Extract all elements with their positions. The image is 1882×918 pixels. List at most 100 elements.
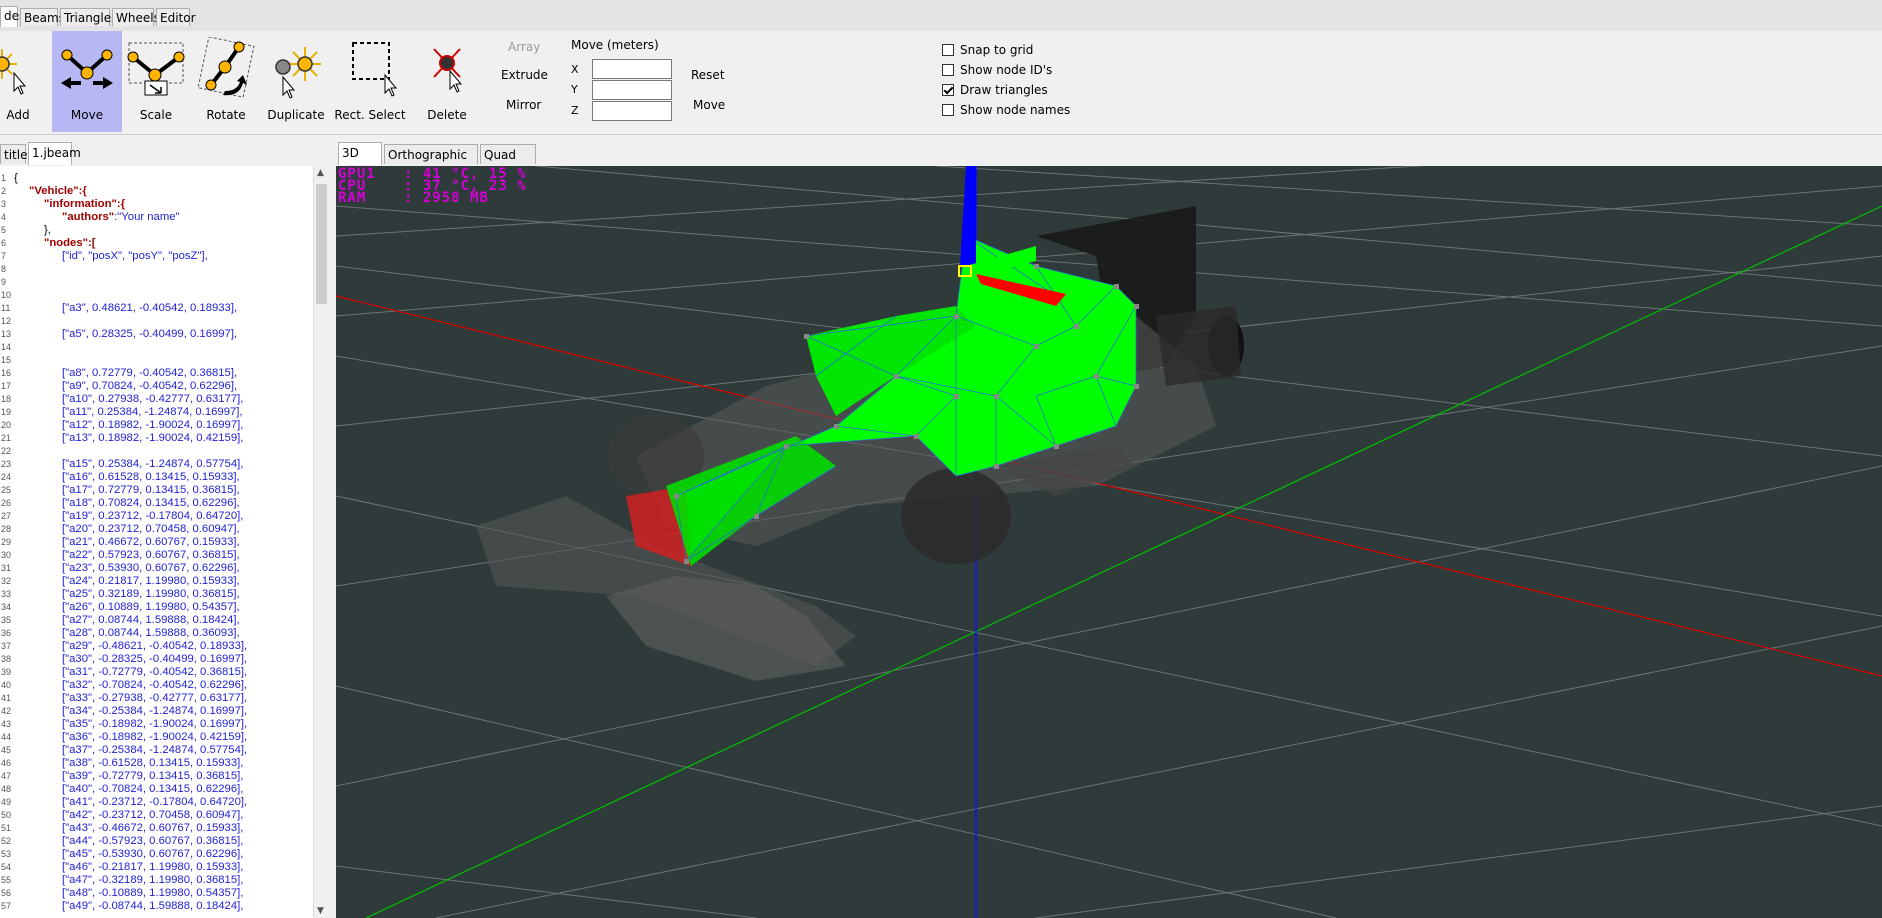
tab-quad-view[interactable]: Quad View	[480, 144, 536, 182]
line-number: 8	[1, 264, 7, 274]
duplicate-button[interactable]: Duplicate	[264, 31, 328, 132]
checkbox-box[interactable]	[942, 44, 954, 56]
node-row: ["a34", -0.25384, -1.24874, 0.16997],	[62, 705, 248, 717]
duplicate-label: Duplicate	[267, 108, 325, 122]
checkbox-box[interactable]	[942, 64, 954, 76]
scroll-thumb[interactable]	[316, 184, 327, 304]
line-number: 23	[1, 459, 12, 469]
node-row: ["a19", 0.23712, -0.17804, 0.64720],	[62, 510, 244, 522]
scale-button[interactable]: Scale	[124, 31, 188, 132]
scale-icon	[127, 42, 185, 96]
node-row: ["a24", 0.21817, 1.19980, 0.15933],	[62, 575, 240, 587]
tab-nodes[interactable]: des	[0, 6, 25, 27]
line-number: 33	[1, 589, 12, 599]
line-number: 20	[1, 420, 12, 430]
line-number: 19	[1, 407, 12, 417]
tab-untitled[interactable]: titled	[0, 144, 35, 164]
add-button[interactable]: Add	[0, 31, 36, 132]
y-label: Y	[571, 83, 578, 96]
line-number: 3	[1, 199, 7, 209]
pane-splitter[interactable]	[329, 135, 336, 918]
line-number: 13	[1, 329, 12, 339]
rect-select-button[interactable]: Rect. Select	[334, 31, 406, 132]
top-tab-bar: des Beams Triangles Wheels Editor	[0, 0, 1882, 32]
line-number-gutter: 1 2 3 4 5 6 7 8 9 10 11 12 13 14 15 16 17 18 19 20 21 22 23 24 2…	[0, 172, 12, 918]
code-line: {	[14, 172, 18, 184]
line-number: 10	[1, 290, 12, 300]
node-row: ["a18", 0.70824, 0.13415, 0.62296],	[62, 497, 240, 509]
line-number: 9	[1, 277, 7, 287]
line-number: 52	[1, 836, 12, 846]
line-number: 50	[1, 810, 12, 820]
node-row: ["a9", 0.70824, -0.40542, 0.62296],	[62, 380, 238, 392]
line-number: 29	[1, 537, 12, 547]
code-line: "nodes":[	[44, 237, 96, 250]
node-row: ["a30", -0.28325, -0.40499, 0.16997],	[62, 653, 248, 665]
line-number: 27	[1, 511, 12, 521]
move-meters-title: Move (meters)	[571, 38, 659, 52]
reset-button[interactable]: Reset	[691, 68, 725, 82]
scroll-down-icon[interactable]: ▼	[317, 906, 324, 916]
editor-scrollbar[interactable]: ▲ ▼	[313, 166, 330, 918]
show-node-ids-checkbox[interactable]: Show node ID's	[942, 63, 1052, 77]
tab-beams[interactable]: Beams	[20, 8, 65, 26]
jbeam-code-editor[interactable]: 1 2 3 4 5 6 7 8 9 10 11 12 13 14 15 16 17 18 19 20 21 22 23 24 2…	[0, 166, 313, 918]
node-row: ["a49", -0.08744, 1.59888, 0.18424],	[62, 900, 244, 912]
move-apply-button[interactable]: Move	[693, 98, 725, 112]
node-row: ["a47", -0.32189, 1.19980, 0.36815],	[62, 874, 244, 886]
scroll-up-icon[interactable]: ▲	[317, 168, 324, 178]
show-node-names-checkbox[interactable]: Show node names	[942, 103, 1070, 117]
line-number: 22	[1, 446, 12, 456]
node-row: ["a37", -0.25384, -1.24874, 0.57754],	[62, 744, 248, 756]
snap-to-grid-checkbox[interactable]: Snap to grid	[942, 43, 1033, 57]
tab-triangles[interactable]: Triangles	[60, 8, 117, 26]
node-row: ["a38", -0.61528, 0.13415, 0.15933],	[62, 757, 244, 769]
gizmo-z-arrow[interactable]	[960, 166, 976, 266]
checkbox-box-checked[interactable]	[942, 84, 954, 96]
rect-select-icon	[352, 42, 398, 97]
document-tabs: titled 1.jbeam	[0, 135, 332, 166]
line-number: 38	[1, 654, 12, 664]
z-input[interactable]	[592, 101, 672, 121]
checkbox-box[interactable]	[942, 104, 954, 116]
move-button[interactable]: Move	[52, 31, 122, 132]
line-number: 39	[1, 667, 12, 677]
draw-triangles-checkbox[interactable]: Draw triangles	[942, 83, 1048, 97]
tab-3d-view[interactable]: 3D View	[338, 142, 382, 180]
line-number: 36	[1, 628, 12, 638]
line-number: 6	[1, 238, 7, 248]
nodes-key: "nodes"	[44, 237, 88, 249]
node-row: ["a28", 0.08744, 1.59888, 0.36093],	[62, 627, 240, 639]
line-number: 14	[1, 342, 12, 352]
mirror-button[interactable]: Mirror	[506, 98, 541, 112]
line-number: 25	[1, 485, 12, 495]
delete-label: Delete	[427, 108, 467, 122]
node-row: ["a23", 0.53930, 0.60767, 0.62296],	[62, 562, 240, 574]
node-row: ["a42", -0.23712, 0.70458, 0.60947],	[62, 809, 244, 821]
view-tabs: 3D View Orthographic View Quad View	[336, 135, 1882, 182]
node-row: ["a41", -0.23712, -0.17804, 0.64720],	[62, 796, 248, 808]
delete-icon	[433, 48, 463, 93]
tab-wheels[interactable]: Wheels	[112, 8, 160, 26]
tab-orthographic-view[interactable]: Orthographic View	[384, 144, 478, 182]
node-row: ["a29", -0.48621, -0.40542, 0.18933],	[62, 640, 248, 652]
line-number: 30	[1, 550, 12, 560]
scene-render[interactable]	[336, 166, 1882, 918]
tab-jbeam-file[interactable]: 1.jbeam	[28, 142, 81, 165]
y-input[interactable]	[592, 80, 672, 100]
node-row: ["a17", 0.72779, 0.13415, 0.36815],	[62, 484, 240, 496]
3d-viewport[interactable]: GPU1 : 41 °C, 15 % CPU : 37 °C, 23 % RAM :…	[336, 166, 1882, 918]
extrude-button[interactable]: Extrude	[501, 68, 548, 82]
node-row: ["a39", -0.72779, 0.13415, 0.36815],	[62, 770, 244, 782]
line-number: 12	[1, 316, 12, 326]
node-row: ["a10", 0.27938, -0.42777, 0.63177],	[62, 393, 244, 405]
rotate-button[interactable]: Rotate	[194, 31, 258, 132]
delete-button[interactable]: Delete	[412, 31, 482, 132]
x-input[interactable]	[592, 59, 672, 79]
node-row: ["a32", -0.70824, -0.40542, 0.62296],	[62, 679, 248, 691]
show-node-ids-label: Show node ID's	[960, 63, 1053, 77]
tab-editor[interactable]: Editor	[156, 8, 196, 26]
line-number: 42	[1, 706, 12, 716]
line-number: 41	[1, 693, 12, 703]
line-number: 48	[1, 784, 12, 794]
